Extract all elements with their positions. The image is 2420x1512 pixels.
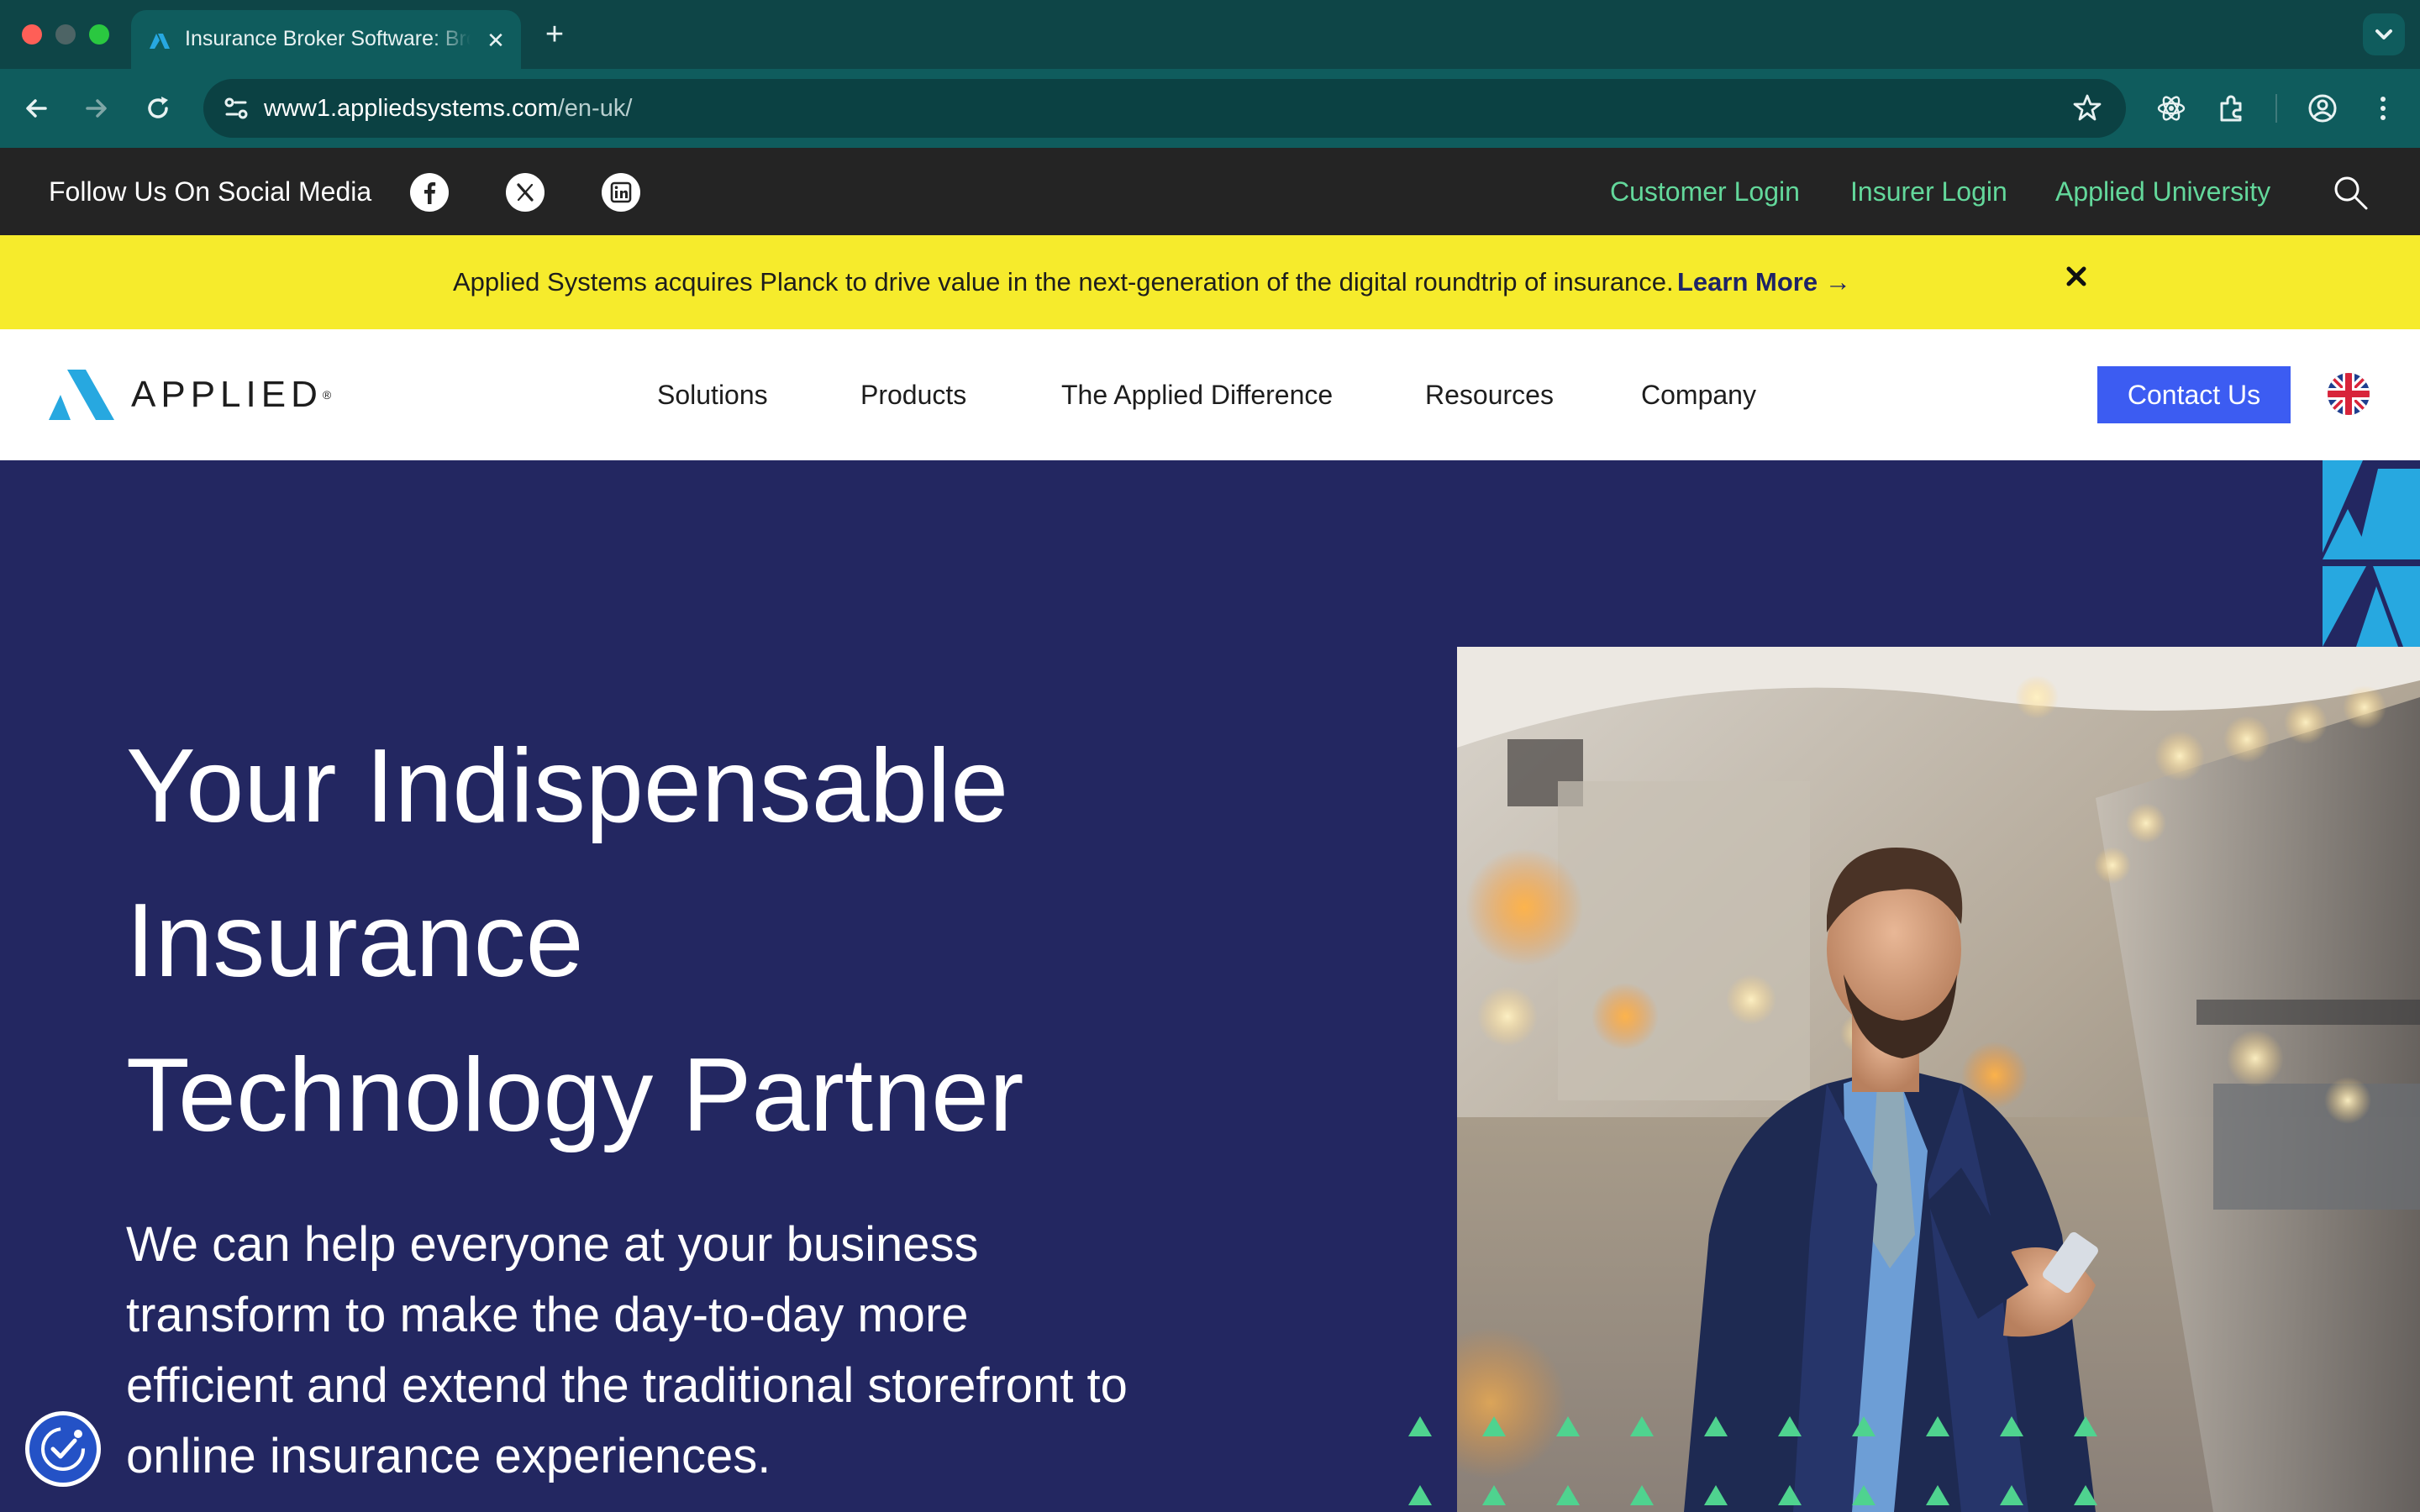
browser-chrome: Insurance Broker Software: Broker Manage… [0, 0, 2420, 148]
nav-company[interactable]: Company [1641, 376, 1756, 413]
learn-more-link[interactable]: Learn More → [1677, 265, 1851, 299]
uk-flag-icon[interactable] [2328, 373, 2370, 415]
main-navigation: APPLIED® Solutions Products The Applied … [0, 329, 2420, 460]
triangle-pattern-decoration [2323, 460, 2420, 647]
back-arrow-icon[interactable] [20, 92, 54, 125]
facebook-icon[interactable] [410, 173, 449, 212]
profile-icon[interactable] [2306, 92, 2339, 125]
applied-favicon-icon [150, 34, 170, 49]
window-close-button[interactable] [22, 24, 42, 45]
url-host: www1.appliedsystems.com [264, 95, 558, 122]
contact-us-button[interactable]: Contact Us [2097, 366, 2291, 423]
tab-strip: Insurance Broker Software: Broker Manage… [0, 0, 2420, 69]
kebab-menu-icon[interactable] [2366, 92, 2400, 125]
bookmark-star-icon[interactable] [2070, 91, 2104, 124]
hero-photo-man-with-phone [1457, 647, 2420, 1512]
applied-university-link[interactable]: Applied University [2055, 175, 2270, 208]
forward-arrow-icon[interactable] [79, 92, 113, 125]
tab-title: Insurance Broker Software: Broker Manage… [185, 27, 471, 50]
tab-close-icon[interactable]: ✕ [482, 27, 509, 54]
applied-logo[interactable]: APPLIED® [49, 370, 331, 420]
applied-logo-mark-icon [49, 370, 114, 420]
browser-toolbar: www1.appliedsystems.com/en-uk/ [0, 69, 2420, 148]
new-tab-button[interactable]: + [538, 18, 571, 52]
linkedin-icon[interactable] [602, 173, 640, 212]
url-text[interactable]: www1.appliedsystems.com/en-uk/ [264, 92, 632, 124]
toolbar-divider [2275, 94, 2277, 123]
nav-applied-difference[interactable]: The Applied Difference [1061, 376, 1333, 413]
extension-react-icon[interactable] [2154, 92, 2188, 125]
close-icon[interactable] [2064, 264, 2089, 289]
hero-heading-line: Insurance [126, 883, 584, 999]
accessibility-widget-button[interactable] [25, 1411, 101, 1487]
browser-tab[interactable]: Insurance Broker Software: Broker Manage… [131, 10, 521, 69]
hero-section: Your Indispensable Insurance Technology … [0, 460, 2420, 1512]
customer-login-link[interactable]: Customer Login [1610, 175, 1800, 208]
insurer-login-link[interactable]: Insurer Login [1850, 175, 2007, 208]
accessibility-icon [41, 1427, 85, 1471]
hero-heading: Your Indispensable Insurance Technology … [126, 709, 1386, 1173]
tab-search-button[interactable] [2363, 13, 2405, 55]
nav-solutions[interactable]: Solutions [657, 376, 768, 413]
hero-heading-line: Your Indispensable [126, 728, 1009, 844]
announcement-text: Applied Systems acquires Planck to drive… [453, 267, 1674, 297]
url-path: /en-uk/ [557, 95, 633, 122]
logo-text: APPLIED® [131, 374, 332, 415]
x-icon[interactable] [506, 173, 544, 212]
triangle-dots-decoration [1408, 1416, 2097, 1505]
announcement-bar: Applied Systems acquires Planck to drive… [0, 235, 2420, 329]
reload-icon[interactable] [141, 92, 175, 125]
social-label: Follow Us On Social Media [49, 176, 372, 207]
utility-bar: Follow Us On Social Media Customer Login… [0, 148, 2420, 235]
chevron-down-icon [2375, 29, 2392, 39]
address-bar[interactable]: www1.appliedsystems.com/en-uk/ [203, 79, 2126, 138]
extensions-puzzle-icon[interactable] [2215, 92, 2249, 125]
hero-body-text: We can help everyone at your business tr… [126, 1217, 1128, 1483]
nav-products[interactable]: Products [860, 376, 966, 413]
window-maximize-button[interactable] [89, 24, 109, 45]
window-minimize-button[interactable] [55, 24, 76, 45]
search-icon[interactable] [2331, 173, 2370, 212]
site-info-icon[interactable] [220, 92, 252, 124]
nav-resources[interactable]: Resources [1425, 376, 1554, 413]
hero-heading-line: Technology Partner [126, 1037, 1024, 1153]
